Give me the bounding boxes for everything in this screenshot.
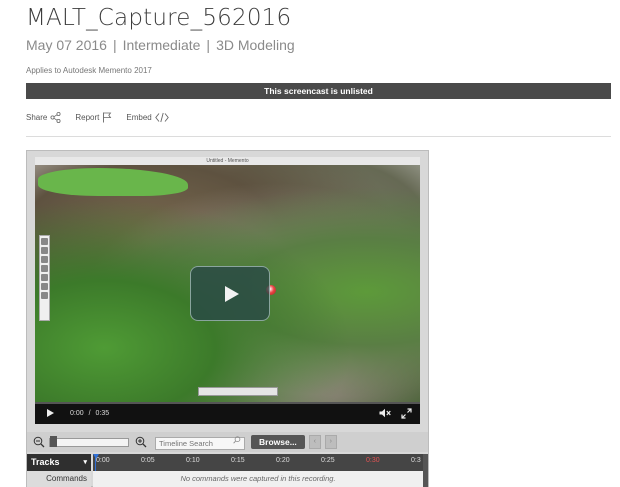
playhead-handle[interactable] bbox=[93, 454, 99, 459]
play-icon[interactable] bbox=[47, 409, 54, 417]
share-button[interactable]: Share bbox=[26, 112, 61, 123]
skill-level: Intermediate bbox=[122, 37, 201, 53]
video-controls: 0:00 / 0:35 bbox=[35, 402, 420, 424]
current-time: 0:00 bbox=[70, 409, 84, 417]
meta-separator: | bbox=[112, 37, 117, 53]
control-icons bbox=[379, 408, 412, 419]
tracks-header[interactable]: Tracks ▾ bbox=[27, 454, 91, 471]
big-play-button[interactable] bbox=[190, 266, 270, 321]
search-icon bbox=[233, 436, 241, 444]
zoom-tool-icon bbox=[41, 238, 48, 245]
recorded-bottom-toolbar bbox=[198, 387, 278, 396]
action-bar: Share Report Embed bbox=[26, 112, 169, 123]
share-icon bbox=[50, 112, 61, 123]
video-meta: May 07 2016 | Intermediate | 3D Modeling bbox=[26, 37, 295, 53]
duration: 0:35 bbox=[95, 409, 110, 417]
search-tool-icon bbox=[41, 283, 48, 290]
category-link[interactable]: 3D Modeling bbox=[216, 37, 295, 53]
timeline-ruler[interactable]: 0:00 0:05 0:10 0:15 0:20 0:25 0:30 0:3 bbox=[93, 454, 423, 487]
time-tick: 0:15 bbox=[231, 457, 245, 464]
share-label: Share bbox=[26, 113, 48, 122]
track-row-commands[interactable]: Commands bbox=[27, 471, 91, 487]
fullscreen-icon[interactable] bbox=[401, 408, 412, 419]
applies-to: Applies to Autodesk Memento 2017 bbox=[26, 66, 152, 75]
report-button[interactable]: Report bbox=[75, 112, 112, 123]
recorded-window-title: Untitled - Memento bbox=[35, 157, 420, 165]
divider bbox=[26, 136, 611, 137]
prev-button[interactable]: ‹ bbox=[308, 435, 321, 449]
code-icon bbox=[154, 112, 169, 123]
tracks-label: Tracks bbox=[31, 457, 60, 467]
tracks-panel: Tracks ▾ Commands bbox=[27, 454, 91, 487]
time-tick: 0:25 bbox=[321, 457, 335, 464]
commands-lane: No commands were captured in this record… bbox=[93, 471, 423, 487]
next-button[interactable]: › bbox=[324, 435, 337, 449]
timeline-toolbar: Browse... ‹ › bbox=[27, 432, 428, 452]
time-display: 0:00 / 0:35 bbox=[70, 410, 109, 417]
unlisted-banner: This screencast is unlisted bbox=[26, 83, 611, 99]
pen-tool-icon bbox=[41, 256, 48, 263]
time-tick: 0:30 bbox=[366, 457, 380, 464]
select-tool-icon bbox=[41, 265, 48, 272]
publish-date: May 07 2016 bbox=[26, 37, 107, 53]
embed-label: Embed bbox=[126, 113, 152, 122]
mute-icon[interactable] bbox=[379, 408, 391, 418]
time-tick: 0:05 bbox=[141, 457, 155, 464]
grid-tool-icon bbox=[41, 274, 48, 281]
meta-separator: | bbox=[206, 37, 211, 53]
page-title: MALT_Capture_562016 bbox=[26, 5, 292, 31]
slider-knob[interactable] bbox=[50, 435, 57, 447]
progress-bar[interactable] bbox=[35, 402, 420, 404]
flag-icon bbox=[103, 112, 112, 123]
browse-button[interactable]: Browse... bbox=[251, 435, 305, 449]
timeline-zoom-slider[interactable] bbox=[49, 435, 129, 447]
chevron-down-icon: ▾ bbox=[83, 459, 87, 466]
time-tick: 0:20 bbox=[276, 457, 290, 464]
play-icon bbox=[225, 285, 239, 302]
brush-tool-icon bbox=[41, 247, 48, 254]
recorded-toolbar bbox=[39, 235, 50, 321]
time-tick: 0:10 bbox=[186, 457, 200, 464]
time-separator: / bbox=[88, 409, 91, 417]
zoom-in-icon[interactable] bbox=[135, 436, 147, 448]
fit-tool-icon bbox=[41, 292, 48, 299]
timeline-search-wrap bbox=[147, 433, 245, 451]
zoom-out-icon[interactable] bbox=[33, 436, 45, 448]
embed-button[interactable]: Embed bbox=[126, 112, 169, 123]
timeline-search-input[interactable] bbox=[155, 437, 245, 450]
time-tick: 0:3 bbox=[411, 457, 421, 464]
report-label: Report bbox=[75, 113, 100, 122]
timeline-scrollbar[interactable] bbox=[423, 454, 428, 487]
